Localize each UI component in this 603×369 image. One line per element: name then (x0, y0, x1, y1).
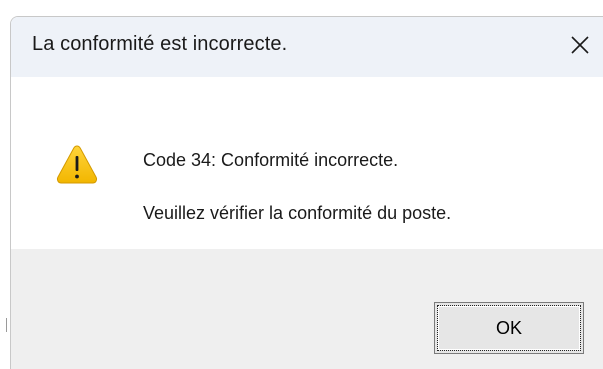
dialog-content: Code 34: Conformité incorrecte. Veuillez… (11, 77, 603, 249)
background-edge (6, 318, 7, 332)
dialog-titlebar[interactable]: La conformité est incorrecte. (11, 17, 603, 77)
close-button[interactable] (556, 17, 603, 77)
message-dialog: La conformité est incorrecte. Code 34: C… (10, 16, 603, 369)
dialog-title: La conformité est incorrecte. (32, 33, 288, 55)
message-line-1: Code 34: Conformité incorrecte. (143, 150, 399, 170)
warning-icon (55, 143, 99, 187)
close-icon (571, 36, 589, 54)
ok-button[interactable]: OK (434, 302, 584, 354)
ok-button-label: OK (437, 305, 581, 351)
message-line-2: Veuillez vérifier la conformité du poste… (143, 203, 452, 223)
